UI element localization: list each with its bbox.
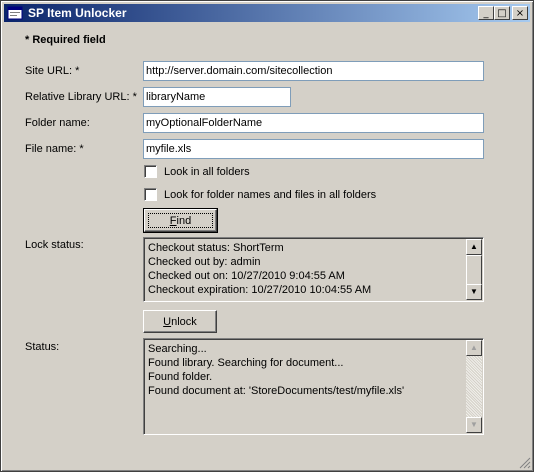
file-name-label: File name: * bbox=[25, 143, 84, 155]
required-note: * Required field bbox=[25, 34, 106, 46]
scroll-up-button: ▲ bbox=[466, 340, 482, 356]
arrow-up-icon: ▲ bbox=[470, 242, 478, 251]
arrow-up-icon: ▲ bbox=[470, 343, 478, 352]
arrow-down-icon: ▼ bbox=[470, 420, 478, 429]
status-line: Found library. Searching for document... bbox=[148, 357, 344, 369]
look-for-folder-names-checkbox[interactable] bbox=[144, 188, 157, 201]
lock-status-textarea[interactable]: Checkout status: ShortTerm Checked out by… bbox=[143, 237, 484, 302]
maximize-button[interactable]: □ bbox=[494, 6, 510, 20]
lock-status-label: Lock status: bbox=[25, 239, 84, 251]
arrow-down-icon: ▼ bbox=[470, 287, 478, 296]
close-icon: × bbox=[515, 7, 525, 19]
status-label: Status: bbox=[25, 341, 60, 353]
find-button[interactable]: Find bbox=[143, 208, 218, 233]
folder-name-label: Folder name: bbox=[25, 117, 90, 129]
scroll-down-button[interactable]: ▼ bbox=[466, 284, 482, 300]
unlock-accel: U bbox=[163, 315, 172, 328]
scroll-thumb[interactable] bbox=[466, 255, 482, 287]
resize-grip-icon[interactable] bbox=[519, 457, 531, 469]
status-scrollbar: ▲ ▼ bbox=[466, 340, 482, 433]
site-url-label: Site URL: * bbox=[25, 65, 80, 77]
look-for-folder-names-option[interactable]: Look for folder names and files in all f… bbox=[144, 188, 376, 201]
minimize-button[interactable]: _ bbox=[478, 6, 494, 20]
status-line: Found folder. bbox=[148, 371, 213, 383]
lock-status-content: Checkout status: ShortTerm Checked out by… bbox=[148, 241, 371, 297]
status-line: Found document at: 'StoreDocuments/test/… bbox=[148, 385, 405, 397]
relative-library-url-input[interactable] bbox=[143, 87, 291, 107]
lock-status-scrollbar[interactable]: ▲ ▼ bbox=[466, 239, 482, 300]
relative-library-url-label: Relative Library URL: * bbox=[25, 91, 137, 103]
site-url-input[interactable] bbox=[143, 61, 484, 81]
main-window: SP Item Unlocker _ □ × * Required field … bbox=[0, 0, 534, 472]
app-icon bbox=[7, 6, 23, 20]
close-button[interactable]: × bbox=[512, 6, 528, 20]
lock-status-line: Checked out on: 10/27/2010 9:04:55 AM bbox=[148, 270, 345, 282]
status-textarea[interactable]: Searching... Found library. Searching for… bbox=[143, 338, 484, 435]
status-line: Searching... bbox=[148, 343, 207, 355]
lock-status-line: Checkout status: ShortTerm bbox=[148, 242, 284, 254]
look-in-all-folders-option[interactable]: Look in all folders bbox=[144, 165, 250, 178]
find-label-rest: ind bbox=[176, 214, 192, 227]
file-name-input[interactable] bbox=[143, 139, 484, 159]
title-bar[interactable]: SP Item Unlocker _ □ × bbox=[4, 4, 530, 22]
unlock-button[interactable]: Unlock bbox=[143, 310, 217, 333]
scroll-down-button: ▼ bbox=[466, 417, 482, 433]
unlock-label-rest: nlock bbox=[171, 315, 197, 328]
scroll-up-button[interactable]: ▲ bbox=[466, 239, 482, 255]
look-in-all-folders-checkbox[interactable] bbox=[144, 165, 157, 178]
look-for-folder-names-label: Look for folder names and files in all f… bbox=[164, 188, 377, 201]
maximize-icon: □ bbox=[497, 7, 507, 19]
minimize-icon: _ bbox=[483, 7, 489, 19]
status-content: Searching... Found library. Searching for… bbox=[148, 342, 404, 398]
lock-status-line: Checkout expiration: 10/27/2010 10:04:55… bbox=[148, 284, 372, 296]
lock-status-line: Checked out by: admin bbox=[148, 256, 261, 268]
find-accel: F bbox=[169, 214, 177, 227]
folder-name-input[interactable] bbox=[143, 113, 484, 133]
window-title: SP Item Unlocker bbox=[28, 6, 127, 20]
look-in-all-folders-label: Look in all folders bbox=[164, 165, 250, 178]
